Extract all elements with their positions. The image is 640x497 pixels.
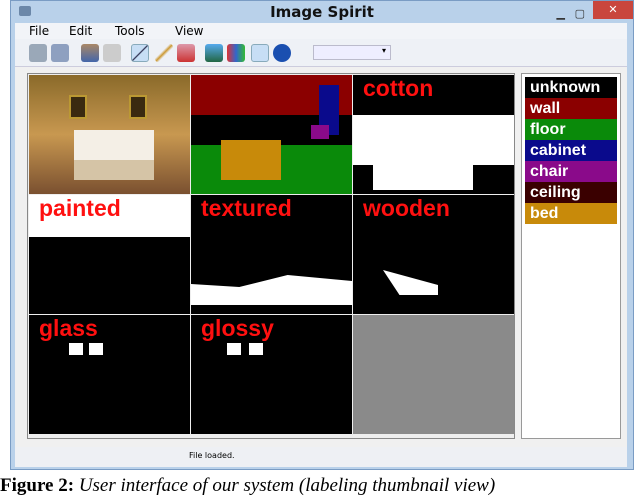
thumbnail-label: painted [39, 195, 121, 221]
brush-icon[interactable] [155, 44, 173, 62]
image-icon[interactable] [205, 44, 223, 62]
thumbnail-label: cotton [363, 75, 434, 101]
menu-view[interactable]: View [175, 23, 203, 39]
thumbnail-cotton[interactable]: cotton [353, 75, 514, 194]
legend-item-cabinet[interactable]: cabinet [525, 140, 617, 161]
thumbnail-label: glossy [201, 315, 274, 341]
app-icon [19, 6, 31, 16]
undo-icon[interactable] [103, 44, 121, 62]
status-bar: File loaded. [15, 447, 627, 467]
play-icon[interactable] [273, 44, 291, 62]
line-tool-icon[interactable] [131, 44, 149, 62]
title-bar: Image Spirit ▁ ▢ ✕ [11, 1, 633, 23]
legend-item-ceiling[interactable]: ceiling [525, 182, 617, 203]
thumbnail-original[interactable] [29, 75, 190, 194]
save-icon[interactable] [51, 44, 69, 62]
thumbnail-label: textured [201, 195, 292, 221]
label-legend: unknown wall floor cabinet chair ceiling… [521, 73, 621, 439]
thumbnail-view-icon[interactable] [251, 44, 269, 62]
minimize-button[interactable]: ▁ [557, 3, 565, 25]
thumbnail-textured[interactable]: textured [191, 195, 352, 314]
caption-prefix: Figure 2: [0, 475, 75, 496]
thumbnail-label: glass [39, 315, 98, 341]
status-text: File loaded. [189, 451, 235, 460]
caption-text: User interface of our system (labeling t… [78, 475, 496, 496]
legend-item-unknown[interactable]: unknown [525, 77, 617, 98]
thumbnail-grid: cotton painted textured wooden glass glo… [27, 73, 515, 439]
menu-edit[interactable]: Edit [69, 23, 92, 39]
thumbnail-empty [353, 315, 514, 434]
menu-file[interactable]: File [29, 23, 49, 39]
legend-item-floor[interactable]: floor [525, 119, 617, 140]
legend-item-bed[interactable]: bed [525, 203, 617, 224]
segments-icon[interactable] [227, 44, 245, 62]
legend-item-chair[interactable]: chair [525, 161, 617, 182]
thumbnail-wooden[interactable]: wooden [353, 195, 514, 314]
client-area: cotton painted textured wooden glass glo… [15, 67, 627, 447]
menu-tools[interactable]: Tools [115, 23, 145, 39]
window-title: Image Spirit [270, 3, 374, 21]
legend-item-wall[interactable]: wall [525, 98, 617, 119]
close-button[interactable]: ✕ [593, 1, 633, 19]
app-window: Image Spirit ▁ ▢ ✕ File Edit Tools View … [10, 0, 634, 470]
thumbnail-painted[interactable]: painted [29, 195, 190, 314]
thumbnail-glossy[interactable]: glossy [191, 315, 352, 434]
user-icon[interactable] [81, 44, 99, 62]
thumbnail-label: wooden [363, 195, 450, 221]
view-combo[interactable]: ▾ [313, 45, 391, 60]
thumbnail-segmentation[interactable] [191, 75, 352, 194]
eraser-icon[interactable] [177, 44, 195, 62]
maximize-button[interactable]: ▢ [575, 3, 585, 25]
toolbar: ▾ [15, 39, 627, 67]
menu-bar: File Edit Tools View [15, 23, 627, 39]
thumbnail-glass[interactable]: glass [29, 315, 190, 434]
open-icon[interactable] [29, 44, 47, 62]
